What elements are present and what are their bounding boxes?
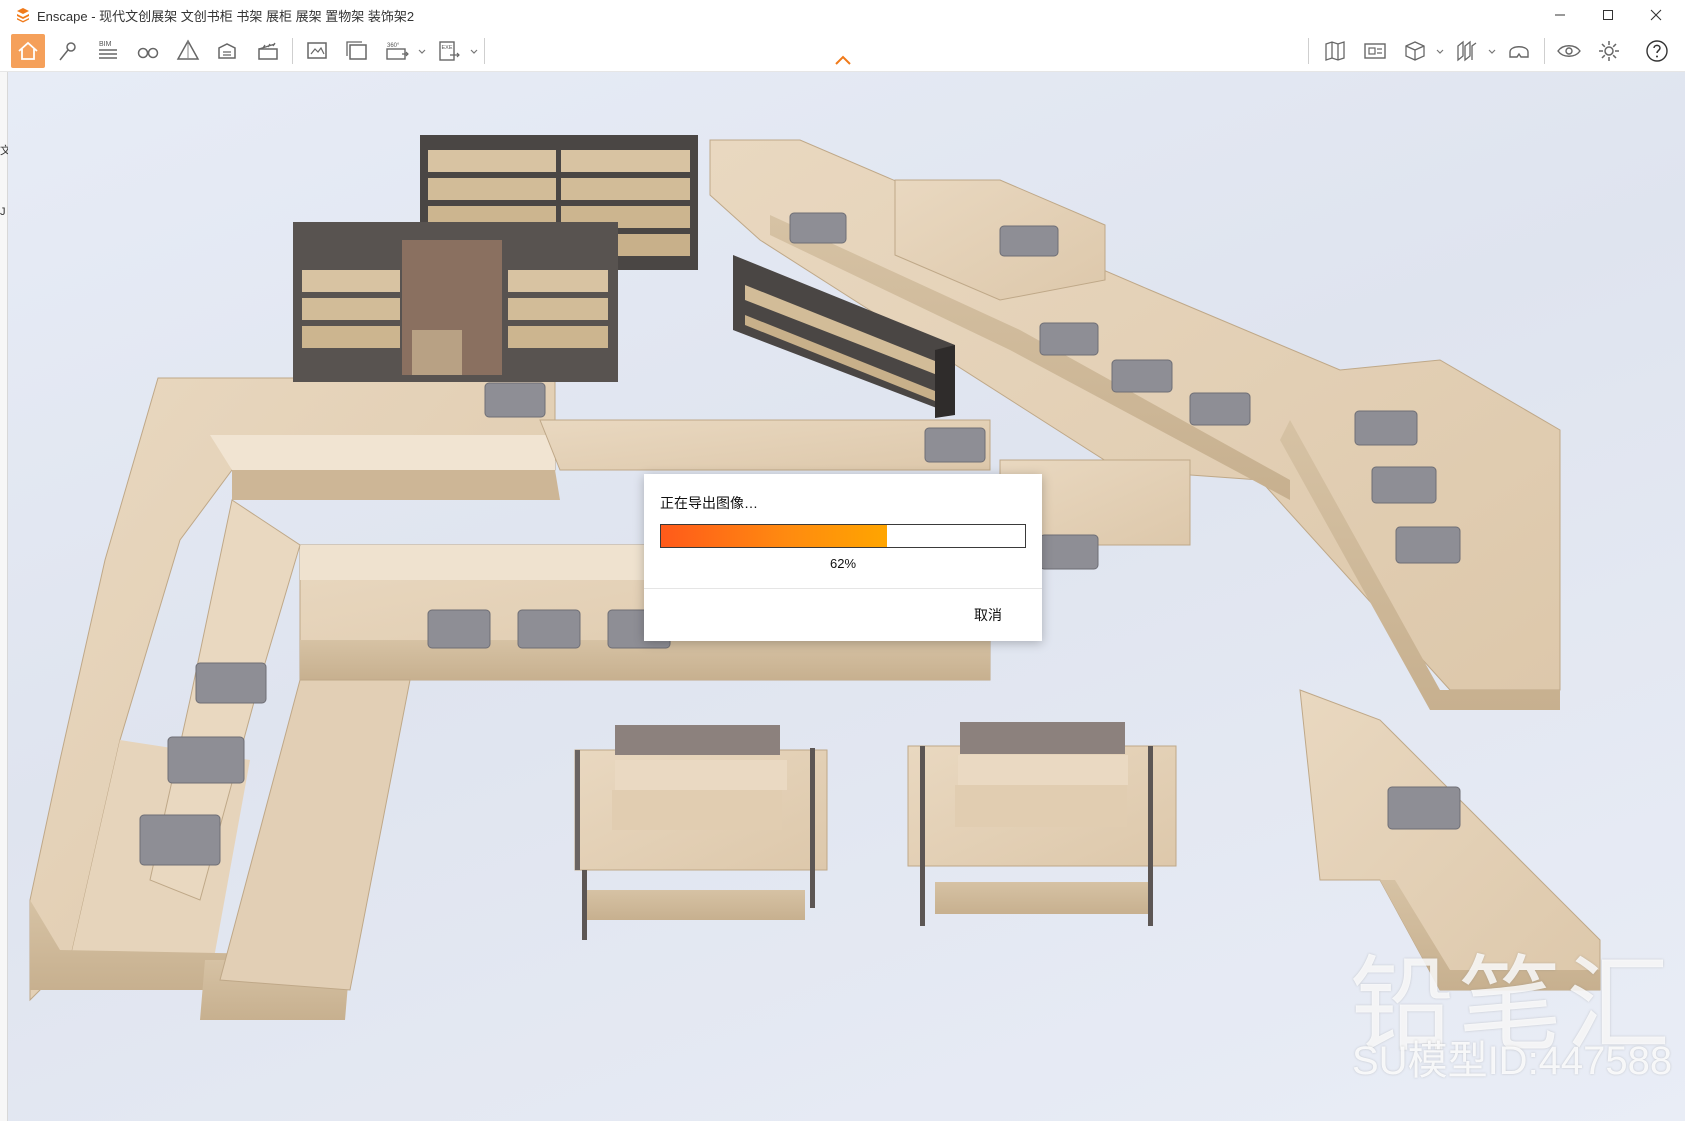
toolbar-separator — [1544, 38, 1545, 64]
toolbar-separator — [484, 38, 485, 64]
view-management-button[interactable] — [1358, 34, 1392, 68]
prism-icon — [176, 39, 200, 60]
render-image-button[interactable] — [300, 34, 334, 68]
minimize-icon — [1555, 14, 1565, 16]
home-icon — [18, 41, 38, 60]
watermark-model-id: SU模型ID:447588 — [1352, 1039, 1673, 1083]
cube-dropdown-caret-icon[interactable] — [1436, 48, 1444, 56]
cube-button[interactable] — [1398, 34, 1432, 68]
title-bar: Enscape - 现代文创展架 文创书柜 书架 展柜 展架 置物架 装饰架2 — [0, 0, 1685, 30]
close-button[interactable] — [1633, 0, 1679, 30]
eye-icon — [1557, 45, 1581, 57]
toolbar-separator — [1308, 38, 1309, 64]
home-button[interactable] — [11, 34, 45, 68]
svg-text:360°: 360° — [387, 43, 400, 49]
display-table-right — [907, 722, 1177, 926]
panorama-dropdown-caret-icon[interactable] — [418, 48, 426, 56]
location-pin-icon — [59, 42, 76, 61]
map-icon — [1325, 41, 1345, 61]
bim-button[interactable]: BIM — [91, 34, 125, 68]
settings-button[interactable] — [1592, 34, 1626, 68]
export-exe-icon: EXE — [439, 41, 460, 61]
panorama-icon: 360° — [386, 43, 409, 60]
svg-text:EXE: EXE — [442, 45, 453, 51]
maximize-icon — [1603, 10, 1613, 20]
settings-gear-icon — [1599, 41, 1619, 61]
helmet-icon — [1509, 46, 1529, 58]
export-dropdown-caret-icon[interactable] — [470, 48, 478, 56]
progress-percent-label: 62% — [829, 556, 857, 571]
bim-icon: BIM — [99, 41, 117, 59]
sections-dropdown-caret-icon[interactable] — [1488, 48, 1496, 56]
sections-button[interactable] — [1450, 34, 1484, 68]
background-window-edge: 文 J — [0, 72, 11, 1121]
minimize-button[interactable] — [1537, 0, 1583, 30]
dark-bookshelf-front — [293, 222, 618, 382]
screenshot-icon — [307, 42, 327, 59]
binoculars-button[interactable] — [131, 34, 165, 68]
binoculars-icon — [137, 47, 159, 59]
maximize-button[interactable] — [1585, 0, 1631, 30]
map-button[interactable] — [1318, 34, 1352, 68]
dialog-divider — [644, 588, 1042, 589]
batch-render-icon — [346, 41, 367, 60]
panorama-button[interactable]: 360° — [380, 34, 414, 68]
export-progress-bar — [660, 524, 1026, 548]
window-title: Enscape - 现代文创展架 文创书柜 书架 展柜 展架 置物架 装饰架2 — [37, 8, 415, 24]
toolbar-separator — [292, 38, 293, 64]
vr-headset-button[interactable] — [1502, 34, 1536, 68]
cancel-button[interactable]: 取消 — [974, 605, 1002, 625]
help-button[interactable] — [1640, 34, 1674, 68]
display-table-left — [574, 725, 828, 940]
svg-text:BIM: BIM — [99, 41, 112, 48]
close-icon — [1650, 9, 1662, 21]
background-window-char: J — [0, 206, 6, 218]
dialog-title: 正在导出图像… — [660, 495, 758, 511]
asset-library-button[interactable] — [211, 34, 245, 68]
video-editor-button[interactable] — [251, 34, 285, 68]
collapse-toolbar-chevron-icon[interactable] — [833, 54, 853, 66]
help-icon — [1646, 40, 1668, 62]
cube-icon — [1405, 41, 1425, 61]
app-window: Enscape - 现代文创展架 文创书柜 书架 展柜 展架 置物架 装饰架2 … — [0, 0, 1685, 1121]
batch-render-button[interactable] — [340, 34, 374, 68]
progress-fill — [661, 525, 887, 547]
export-exe-button[interactable]: EXE — [432, 34, 466, 68]
clapper-icon — [258, 42, 278, 60]
export-progress-dialog: 正在导出图像… 62% 取消 — [644, 474, 1042, 641]
asset-library-icon — [218, 43, 236, 59]
location-button[interactable] — [51, 34, 85, 68]
enscape-logo-icon — [17, 8, 29, 23]
sections-icon — [1457, 40, 1477, 62]
view-management-icon — [1364, 43, 1386, 59]
visual-settings-button[interactable] — [171, 34, 205, 68]
eye-button[interactable] — [1552, 34, 1586, 68]
